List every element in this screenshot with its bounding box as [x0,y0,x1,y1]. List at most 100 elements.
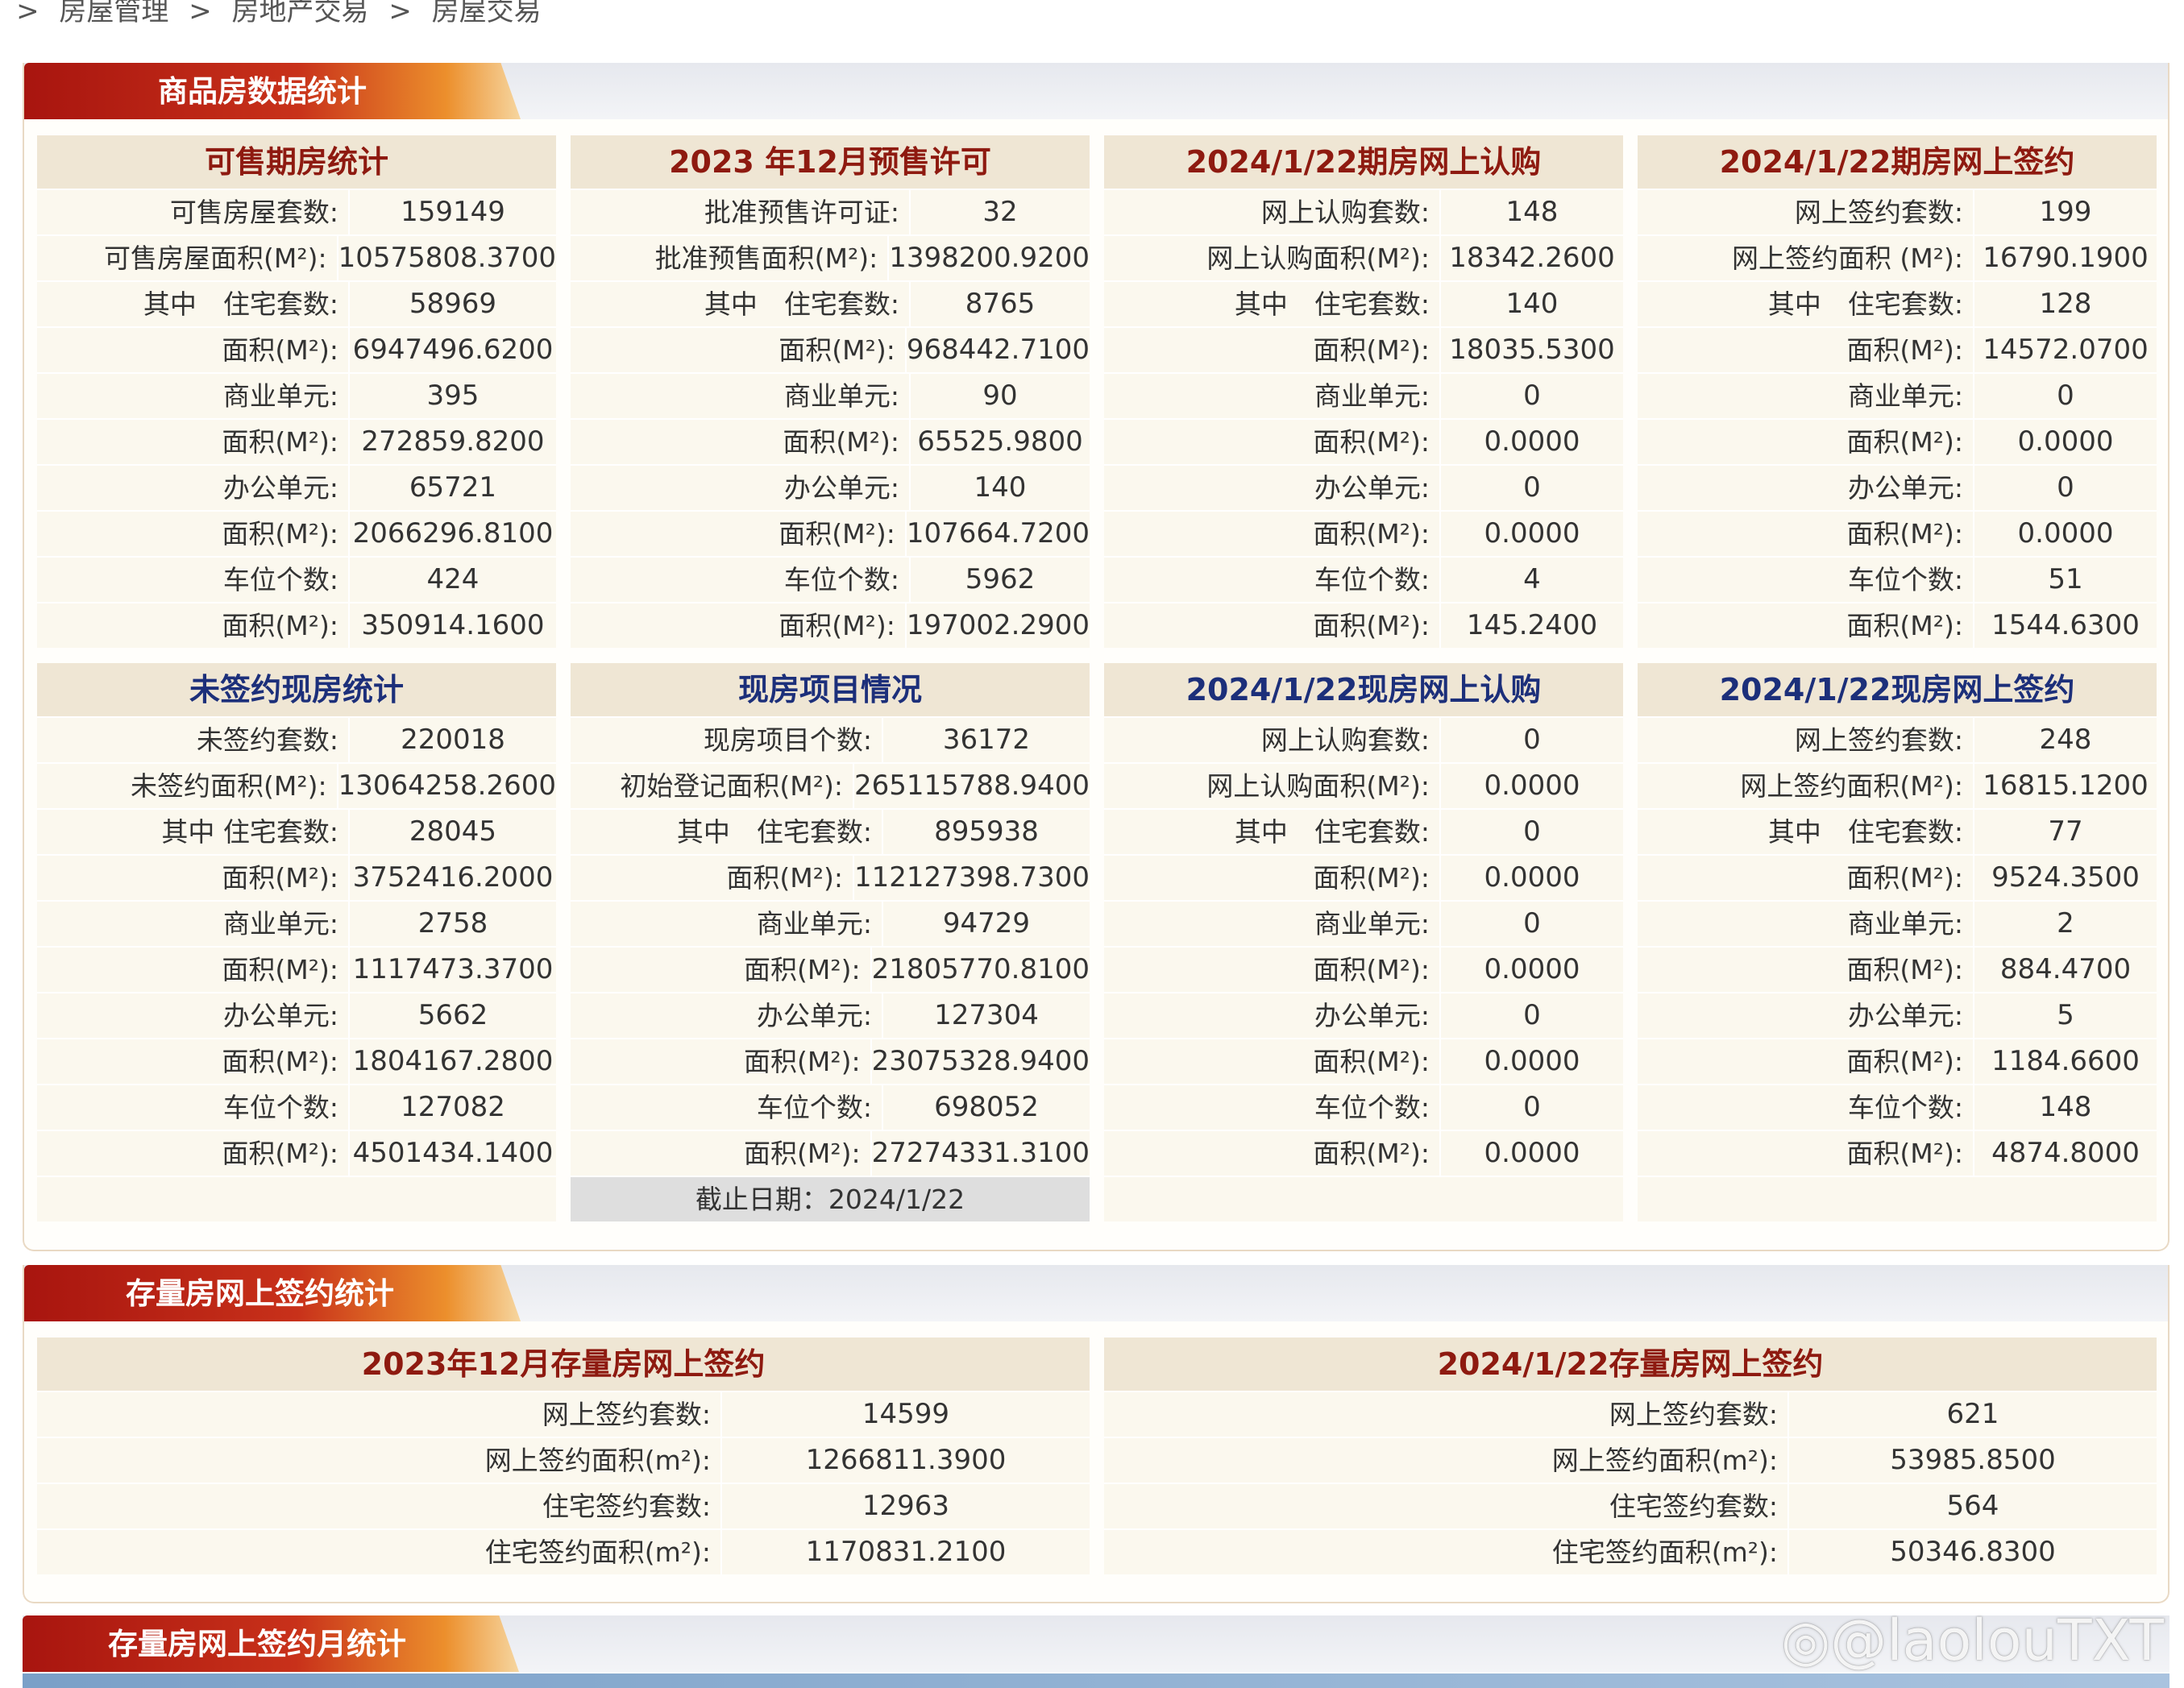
stat-row: 初始登记面积(M²): 265115788.9400 [571,762,1090,808]
resale-stats-panel: 存量房网上签约统计 2023年12月存量房网上签约 网上签约套数: 14599 网上签… [23,1265,2169,1603]
stat-row: 其中 住宅套数: 128 [1638,280,2157,326]
stat-label: 车位个数: [1104,558,1441,602]
stat-label: 商业单元: [1104,374,1441,418]
stat-value: 112127398.7300 [853,861,1090,894]
stat-row: 其中 住宅套数: 0 [1104,808,1623,854]
breadcrumb-separator: > [189,0,212,27]
stat-row: 车位个数: 5962 [571,556,1090,602]
stat-label: 可售房屋套数: [37,190,350,234]
stat-value: 148 [1505,196,1559,228]
stat-label: 办公单元: [37,993,350,1038]
stat-label: 办公单元: [1638,466,1974,510]
stat-value: 58969 [409,288,497,320]
stat-label: 面积(M²): [571,512,907,556]
stat-row: 其中 住宅套数: 77 [1638,808,2157,854]
stat-label: 面积(M²): [1638,1039,1974,1084]
stat-row: 面积(M²): 197002.2900 [571,602,1090,648]
stat-label: 其中 住宅套数: [571,282,911,326]
stat-row: 其中 住宅套数: 8765 [571,280,1090,326]
stat-label: 其中 住宅套数: [37,282,350,326]
stat-row: 面积(M²): 18035.5300 [1104,326,1623,372]
stat-row: 商业单元: 2 [1638,900,2157,946]
stat-label: 未签约面积(M²): [37,764,338,808]
stat-label: 面积(M²): [571,603,907,648]
stat-value: 424 [426,563,480,595]
stat-label: 其中 住宅套数: [1104,810,1441,854]
stat-value: 2 [2057,907,2074,939]
stat-row: 面积(M²): 2066296.8100 [37,510,556,556]
stat-value: 0.0000 [1484,1045,1580,1077]
stat-row: 面积(M²): 0.0000 [1104,946,1623,992]
breadcrumb-item-real-estate-trade[interactable]: 房地产交易 [232,0,369,27]
stat-row: 面积(M²): 0.0000 [1104,854,1623,900]
stat-label: 办公单元: [571,466,911,510]
stat-value: 18342.2600 [1449,242,1615,274]
stat-row: 面积(M²): 0.0000 [1638,418,2157,464]
stat-row: 办公单元: 127304 [571,992,1090,1038]
stat-label: 其中 住宅套数: [1638,282,1974,326]
stat-row: 未签约面积(M²): 13064258.2600 [37,762,556,808]
stat-label: 面积(M²): [1638,948,1974,992]
stat-row: 面积(M²): 6947496.6200 [37,326,556,372]
stat-value: 36172 [942,724,1031,756]
stat-row: 网上认购套数: 148 [1104,189,1623,234]
stat-label: 商业单元: [37,374,350,418]
stat-row: 其中 住宅套数: 895938 [571,808,1090,854]
stat-value: 65721 [409,471,497,504]
stat-value: 895938 [934,815,1039,848]
stat-row: 批准预售许可证: 32 [571,189,1090,234]
stat-row: 其中 住宅套数: 140 [1104,280,1623,326]
stat-row: 面积(M²): 1117473.3700 [37,946,556,992]
breadcrumb-separator: > [16,0,39,27]
stat-value: 272859.8200 [361,425,545,458]
stat-label: 网上认购套数: [1104,718,1441,762]
stat-label: 面积(M²): [37,603,350,648]
stat-label: 初始登记面积(M²): [571,764,854,808]
stat-row: 网上签约套数: 199 [1638,189,2157,234]
stat-row: 办公单元: 0 [1104,464,1623,510]
stat-row: 面积(M²): 0.0000 [1638,510,2157,556]
stat-label: 面积(M²): [571,420,911,464]
stat-label: 办公单元: [571,993,883,1038]
stat-row: 面积(M²): 350914.1600 [37,602,556,648]
stat-label: 办公单元: [1104,993,1441,1038]
stat-value: 14572.0700 [1983,334,2149,366]
stat-row: 办公单元: 0 [1638,464,2157,510]
stat-value: 90 [982,379,1018,412]
stat-label: 面积(M²): [571,1039,872,1084]
stat-value: 51 [2048,563,2083,595]
stat-value: 1117473.3700 [352,953,554,985]
stat-row: 车位个数: 424 [37,556,556,602]
stat-row: 面积(M²): 107664.7200 [571,510,1090,556]
stat-value: 0 [1523,379,1541,412]
deadline-note: 截止日期：2024/1/22 [571,1176,1090,1221]
stat-label: 商业单元: [1104,902,1441,946]
stat-label: 网上签约套数: [1638,190,1974,234]
stat-label: 面积(M²): [37,856,350,900]
block-title: 2024/1/22期房网上认购 [1104,135,1623,189]
stat-value: 1170831.2100 [805,1536,1007,1568]
stat-label: 面积(M²): [1104,603,1441,648]
stat-row: 网上签约面积(m²): 1266811.3900 [37,1437,1090,1483]
stat-label: 办公单元: [1638,993,1974,1038]
stat-label: 商业单元: [1638,374,1974,418]
stat-block: 2023 年12月预售许可 批准预售许可证: 32 批准预售面积(M²): 139820… [571,135,1090,648]
stat-value: 140 [974,471,1027,504]
breadcrumb: ] > 房屋管理 > 房地产交易 > 房屋交易 [0,0,553,32]
stat-value: 0 [2057,379,2074,412]
stat-value: 128 [2039,288,2092,320]
stat-row: 面积(M²): 272859.8200 [37,418,556,464]
stat-value: 0 [1523,907,1541,939]
block-title: 2024/1/22现房网上认购 [1104,663,1623,716]
stat-label: 面积(M²): [37,512,350,556]
stat-label: 住宅签约面积(m²): [1104,1530,1789,1574]
breadcrumb-item-house-management[interactable]: 房屋管理 [59,0,168,27]
stat-row: 面积(M²): 4874.8000 [1638,1130,2157,1176]
stat-value: 265115788.9400 [853,769,1090,802]
stat-value: 8765 [965,288,1036,320]
stat-label: 面积(M²): [1638,603,1974,648]
stat-row: 网上认购套数: 0 [1104,716,1623,762]
breadcrumb-item-house-trade[interactable]: 房屋交易 [432,0,542,27]
stat-row: 办公单元: 140 [571,464,1090,510]
stat-row: 网上签约套数: 14599 [37,1391,1090,1437]
